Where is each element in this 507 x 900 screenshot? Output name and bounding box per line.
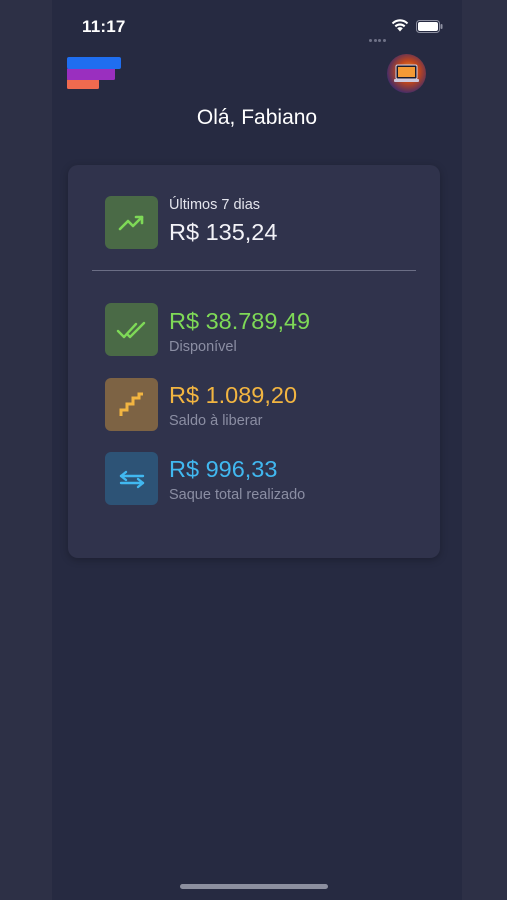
pending-amount: R$ 1.089,20 bbox=[169, 382, 298, 408]
card-divider bbox=[92, 270, 416, 271]
stairs-icon bbox=[119, 392, 143, 416]
wifi-icon bbox=[391, 19, 409, 32]
withdrawn-label: Saque total realizado bbox=[169, 487, 306, 503]
trend-tile bbox=[105, 196, 158, 249]
withdrawn-tile bbox=[105, 452, 158, 505]
cellular-signal-icon bbox=[369, 29, 387, 42]
status-time: 11:17 bbox=[82, 17, 126, 36]
home-indicator[interactable] bbox=[180, 884, 328, 889]
withdrawn-amount: R$ 996,33 bbox=[169, 456, 278, 482]
pending-tile bbox=[105, 378, 158, 431]
right-backdrop bbox=[462, 0, 507, 900]
available-label: Disponível bbox=[169, 339, 237, 355]
trending-up-icon bbox=[118, 215, 143, 230]
app-logo-icon bbox=[67, 57, 121, 89]
battery-icon bbox=[416, 20, 443, 33]
period-label: Últimos 7 dias bbox=[169, 197, 261, 213]
period-value: R$ 135,24 bbox=[169, 219, 278, 245]
pending-label: Saldo à liberar bbox=[169, 413, 263, 429]
greeting-title: Olá, Fabiano bbox=[196, 106, 318, 129]
available-tile bbox=[105, 303, 158, 356]
user-avatar[interactable] bbox=[387, 54, 426, 93]
avatar-picture-icon bbox=[394, 64, 419, 82]
left-backdrop bbox=[0, 0, 52, 900]
transfer-arrows-icon bbox=[119, 470, 144, 488]
available-amount: R$ 38.789,49 bbox=[169, 308, 311, 334]
double-check-icon bbox=[116, 321, 145, 338]
